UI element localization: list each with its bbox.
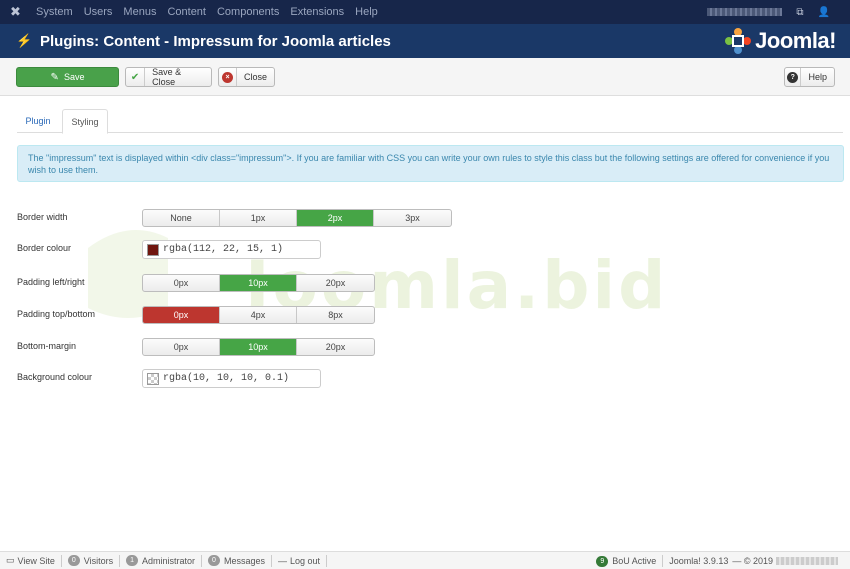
row-border-colour: Border colour rgba(112, 22, 15, 1) (17, 240, 837, 259)
row-padding-tb: Padding top/bottom 0px 4px 8px (17, 306, 837, 324)
site-name-blurred[interactable] (707, 8, 783, 16)
close-button[interactable]: × Close (218, 67, 275, 87)
tab-styling[interactable]: Styling (62, 109, 108, 134)
joomla-logo: Joomla! (724, 27, 836, 55)
padding-tb-4px[interactable]: 4px (220, 307, 297, 323)
menu-extensions[interactable]: Extensions (290, 6, 344, 18)
row-border-width: Border width None 1px 2px 3px (17, 209, 837, 227)
visitors-status[interactable]: 0 Visitors (62, 554, 121, 567)
save-button[interactable]: ✎ Save (16, 67, 119, 87)
border-width-none[interactable]: None (143, 210, 220, 226)
row-bottom-margin: Bottom-margin 0px 10px 20px (17, 338, 837, 356)
bottom-margin-20px[interactable]: 20px (297, 339, 374, 355)
bottom-margin-10px[interactable]: 10px (220, 339, 297, 355)
padding-lr-0px[interactable]: 0px (143, 275, 220, 291)
bou-status[interactable]: 9 BoU Active (590, 555, 664, 567)
border-width-3px[interactable]: 3px (374, 210, 451, 226)
user-icon[interactable]: 👤 (818, 7, 830, 18)
version-info: Joomla! 3.9.13 — © 2019 (663, 555, 850, 567)
bottom-margin-group: 0px 10px 20px (142, 338, 375, 356)
page-header: ⚡ Plugins: Content - Impressum for Jooml… (0, 24, 850, 58)
border-width-2px[interactable]: 2px (297, 210, 374, 226)
page-title: Plugins: Content - Impressum for Joomla … (40, 32, 391, 50)
check-icon: ✔ (126, 68, 146, 86)
label-border-colour: Border colour (17, 243, 72, 253)
top-menu: System Users Menus Content Components Ex… (36, 6, 389, 18)
monitor-icon: ▭ (6, 555, 15, 565)
question-icon: ? (785, 68, 802, 86)
label-padding-lr: Padding left/right (17, 277, 85, 287)
status-right: 9 BoU Active Joomla! 3.9.13 — © 2019 (590, 552, 850, 569)
menu-users[interactable]: Users (84, 6, 113, 18)
menu-content[interactable]: Content (167, 6, 206, 18)
padding-tb-group: 0px 4px 8px (142, 306, 375, 324)
tab-plugin[interactable]: Plugin (17, 109, 59, 133)
cancel-icon: × (219, 68, 237, 86)
logout-link[interactable]: — Log out (272, 554, 328, 567)
help-button[interactable]: ? Help (784, 67, 835, 87)
save-icon: ✎ (50, 71, 59, 83)
border-colour-input[interactable]: rgba(112, 22, 15, 1) (142, 240, 321, 259)
status-bar: ▭ View Site 0 Visitors 1 Administrator 0… (0, 551, 850, 569)
external-link-icon[interactable]: ⧉ (796, 7, 803, 18)
admin-status[interactable]: 1 Administrator (120, 554, 203, 567)
joomla-menu-icon[interactable]: ✖ (10, 4, 36, 20)
visitors-count-badge: 0 (67, 555, 80, 566)
padding-tb-8px[interactable]: 8px (297, 307, 374, 323)
border-width-1px[interactable]: 1px (220, 210, 297, 226)
messages-count-badge: 0 (208, 555, 220, 566)
bottom-margin-0px[interactable]: 0px (143, 339, 220, 355)
background-colour-input[interactable]: rgba(10, 10, 10, 0.1) (142, 369, 321, 388)
top-navbar: ✖ System Users Menus Content Components … (0, 0, 850, 24)
top-right-tools: ⧉ 👤 (707, 0, 830, 24)
plug-icon: ⚡ (16, 33, 33, 48)
label-background-colour: Background colour (17, 372, 93, 382)
menu-help[interactable]: Help (355, 6, 378, 18)
padding-lr-20px[interactable]: 20px (297, 275, 374, 291)
row-background-colour: Background colour rgba(10, 10, 10, 0.1) (17, 369, 837, 388)
menu-menus[interactable]: Menus (123, 6, 156, 18)
padding-lr-group: 0px 10px 20px (142, 274, 375, 292)
joomla-logo-icon (725, 28, 752, 54)
joomla-wordmark: Joomla! (755, 28, 836, 53)
row-padding-lr: Padding left/right 0px 10px 20px (17, 274, 837, 292)
label-padding-tb: Padding top/bottom (17, 309, 96, 319)
admin-count-badge: 1 (126, 555, 139, 566)
bou-count-badge: 9 (596, 555, 609, 567)
info-message: The "impressum" text is displayed within… (17, 145, 844, 182)
save-close-button[interactable]: ✔ Save & Close (125, 67, 212, 87)
view-site-link[interactable]: ▭ View Site (0, 554, 62, 567)
toolbar: ✎ Save ✔ Save & Close × Close ? Help (0, 58, 850, 96)
messages-status[interactable]: 0 Messages (202, 554, 272, 567)
border-width-group: None 1px 2px 3px (142, 209, 452, 227)
menu-system[interactable]: System (36, 6, 73, 18)
menu-components[interactable]: Components (217, 6, 279, 18)
padding-tb-0px[interactable]: 0px (143, 307, 220, 323)
tab-bar: Plugin Styling (17, 109, 843, 134)
site-owner-blurred (776, 557, 838, 565)
background-colour-swatch[interactable] (147, 372, 159, 385)
label-border-width: Border width (17, 212, 68, 222)
padding-lr-10px[interactable]: 10px (220, 275, 297, 291)
label-bottom-margin: Bottom-margin (17, 341, 77, 351)
border-colour-swatch[interactable] (147, 243, 159, 256)
minus-icon: — (277, 555, 287, 566)
